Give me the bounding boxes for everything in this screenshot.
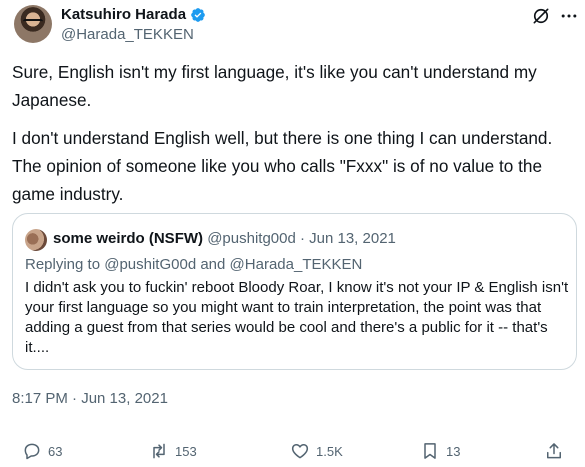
tweet-timestamp[interactable]: 8:17 PM · Jun 13, 2021 [12, 390, 168, 407]
reply-count: 63 [48, 443, 63, 459]
repost-icon [153, 443, 165, 459]
author-handle[interactable]: @Harada_TEKKEN [61, 26, 194, 43]
quoted-tweet-header: some weirdo (NSFW) @pushitg00d · Jun 13,… [53, 230, 396, 247]
author-avatar[interactable] [14, 5, 52, 43]
quoted-reply-context: Replying to @pushitG00d and @Harada_TEKK… [25, 256, 362, 273]
heart-icon [291, 444, 309, 459]
quoted-tweet-text: I didn't ask you to fuckin' reboot Blood… [25, 279, 569, 356]
bookmark-count: 13 [446, 443, 461, 459]
author-name[interactable]: Katsuhiro Harada [61, 6, 186, 23]
bookmark-button[interactable]: 13 [420, 438, 460, 464]
tweet-text: Sure, English isn't my first language, i… [12, 58, 577, 208]
reply-prefix: Replying to [25, 256, 105, 273]
like-count: 1.5K [316, 443, 343, 459]
reply-user-link[interactable]: @Harada_TEKKEN [230, 256, 363, 273]
author-name-row: Katsuhiro Harada [61, 6, 206, 23]
more-options-icon[interactable] [559, 6, 579, 26]
repost-button[interactable]: 153 [149, 438, 197, 464]
quoted-author-handle-date: @pushitg00d · Jun 13, 2021 [207, 230, 396, 247]
reply-and: and [196, 256, 230, 273]
action-bar: 63 153 1.5K 13 [12, 438, 577, 464]
reply-icon [24, 443, 40, 460]
reply-user-link[interactable]: @pushitG00d [104, 256, 196, 273]
quoted-author-avatar [25, 229, 47, 251]
tweet-header: Katsuhiro Harada @Harada_TEKKEN [12, 2, 577, 46]
share-icon [547, 443, 561, 459]
grok-icon[interactable] [531, 6, 551, 26]
tweet-paragraph: Sure, English isn't my first language, i… [12, 62, 537, 110]
quoted-tweet[interactable]: some weirdo (NSFW) @pushitg00d · Jun 13,… [12, 213, 577, 370]
bookmark-icon [424, 443, 436, 459]
like-button[interactable]: 1.5K [290, 438, 343, 464]
tweet-paragraph: I don't understand English well, but the… [12, 128, 553, 204]
quoted-author-name: some weirdo (NSFW) [53, 230, 204, 247]
verified-badge-icon [191, 7, 205, 22]
share-button[interactable] [544, 438, 564, 464]
repost-count: 153 [175, 443, 197, 459]
reply-button[interactable]: 63 [22, 438, 62, 464]
